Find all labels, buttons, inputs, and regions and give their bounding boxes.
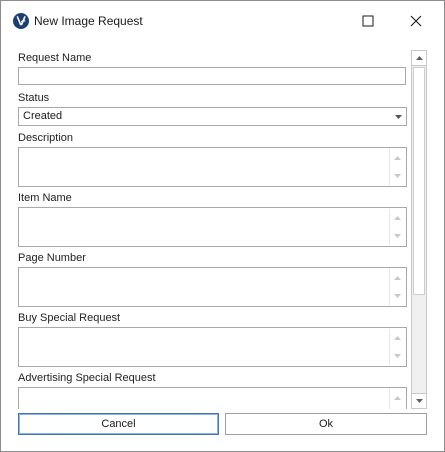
window-title: New Image Request bbox=[34, 14, 143, 28]
buy-special-request-input[interactable] bbox=[18, 327, 407, 367]
arrow-down-icon bbox=[415, 399, 423, 403]
scroll-up-icon[interactable] bbox=[390, 389, 405, 407]
description-label: Description bbox=[18, 132, 74, 144]
description-input[interactable] bbox=[18, 147, 407, 187]
page-number-input[interactable] bbox=[18, 267, 407, 307]
cancel-button[interactable]: Cancel bbox=[18, 413, 219, 435]
scroll-down-icon[interactable] bbox=[390, 347, 405, 365]
form-scrollbar[interactable] bbox=[411, 50, 427, 409]
arrow-up-icon bbox=[415, 56, 423, 60]
dialog-window: New Image Request Request Name Status Cr… bbox=[0, 0, 445, 452]
chevron-down-icon bbox=[395, 115, 402, 119]
maximize-icon bbox=[362, 15, 374, 27]
advertising-special-request-label: Advertising Special Request bbox=[18, 372, 156, 384]
scroll-down-icon[interactable] bbox=[390, 407, 405, 409]
ok-button[interactable]: Ok bbox=[225, 413, 427, 435]
buy-special-request-label: Buy Special Request bbox=[18, 312, 121, 324]
form-panel: Request Name Status Created Description … bbox=[15, 47, 408, 409]
buy-special-request-scrollbar[interactable] bbox=[389, 329, 405, 365]
description-scrollbar[interactable] bbox=[389, 149, 405, 185]
status-select[interactable]: Created bbox=[18, 107, 407, 126]
title-bar[interactable]: New Image Request bbox=[1, 1, 444, 41]
request-name-label: Request Name bbox=[18, 52, 92, 64]
close-icon bbox=[410, 15, 422, 27]
scroll-down-icon[interactable] bbox=[390, 167, 405, 185]
scroll-thumb[interactable] bbox=[413, 67, 425, 295]
scroll-down-icon[interactable] bbox=[390, 287, 405, 305]
request-name-input[interactable] bbox=[18, 67, 406, 85]
advertising-special-request-input[interactable] bbox=[18, 387, 407, 409]
page-number-scrollbar[interactable] bbox=[389, 269, 405, 305]
advertising-special-request-scrollbar[interactable] bbox=[389, 389, 405, 409]
close-button[interactable] bbox=[402, 7, 430, 35]
item-name-label: Item Name bbox=[18, 192, 72, 204]
page-number-label: Page Number bbox=[18, 252, 86, 264]
item-name-scrollbar[interactable] bbox=[389, 209, 405, 245]
scroll-up-icon[interactable] bbox=[390, 149, 405, 167]
scroll-down-button[interactable] bbox=[412, 393, 426, 408]
scroll-up-icon[interactable] bbox=[390, 209, 405, 227]
app-logo-icon bbox=[13, 13, 29, 29]
scroll-up-button[interactable] bbox=[412, 51, 426, 66]
scroll-up-icon[interactable] bbox=[390, 329, 405, 347]
scroll-up-icon[interactable] bbox=[390, 269, 405, 287]
status-label: Status bbox=[18, 92, 50, 104]
item-name-input[interactable] bbox=[18, 207, 407, 247]
scroll-down-icon[interactable] bbox=[390, 227, 405, 245]
status-selected-value: Created bbox=[23, 110, 63, 122]
maximize-button[interactable] bbox=[354, 7, 382, 35]
